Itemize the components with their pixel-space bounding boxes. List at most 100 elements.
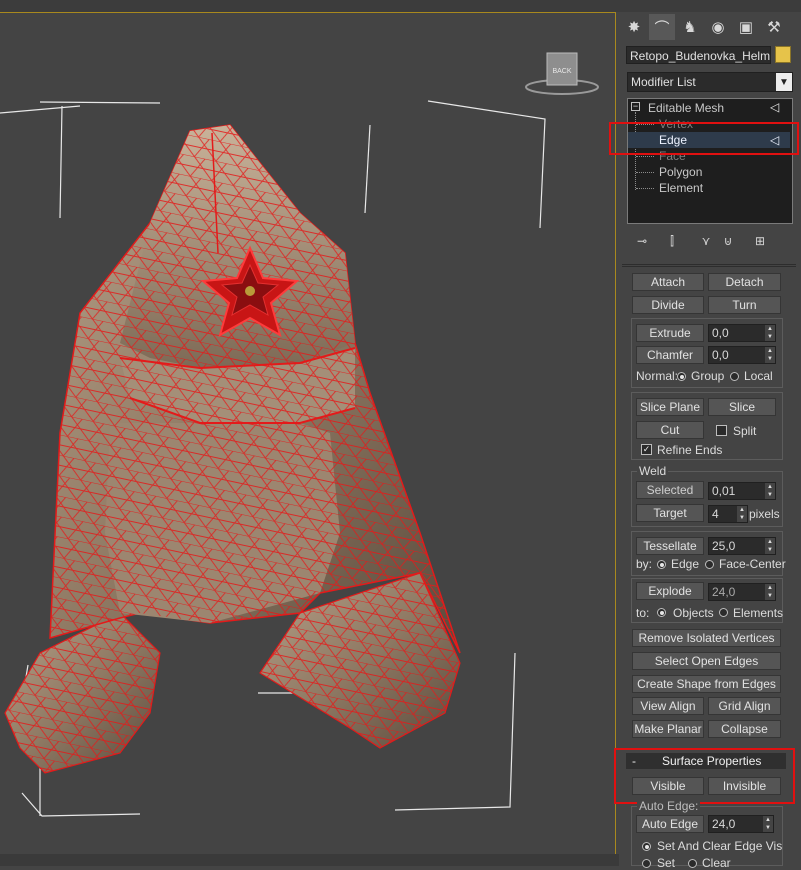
modifier-list-dropdown[interactable]: Modifier List ▼ [627,72,793,92]
object-name-field[interactable]: Retopo_Budenovka_Helmet [626,46,771,64]
hierarchy-tab-icon[interactable]: ♞ [677,14,703,40]
selection-triangle-icon: ◁ [770,133,780,147]
create-shape-from-edges-button[interactable]: Create Shape from Edges [632,675,781,693]
stack-item-editable-mesh[interactable]: Editable Mesh [648,100,724,116]
weld-pixels-value: 4 [712,507,719,521]
spinner-arrows-icon[interactable]: ▲ ▼ [765,538,775,554]
clear-radio[interactable] [688,859,697,868]
spinner-arrows-icon[interactable]: ▲ ▼ [765,584,775,600]
spinner-arrows-icon[interactable]: ▲ ▼ [765,325,775,341]
weld-threshold-spinner[interactable]: 0,01 ▲ ▼ [708,482,776,500]
panel-divider [622,266,796,267]
viewport-scene: BACK [0,52,599,817]
stack-item-edge-label: Edge [659,133,688,147]
stack-toolbar: ⊸ ⫿ ⋎ ⊍ ⊞ [630,232,790,250]
clear-label: Clear [702,856,731,870]
collapse-button[interactable]: Collapse [708,720,781,738]
surface-properties-rollout-header[interactable]: - Surface Properties [626,753,786,769]
refine-ends-checkbox[interactable]: ✓ [641,444,652,455]
spinner-arrows-icon[interactable]: ▲ ▼ [765,347,775,363]
show-end-result-icon[interactable]: ⫿ [660,232,684,250]
modifier-stack[interactable] [627,98,793,224]
remove-isolated-vertices-button[interactable]: Remove Isolated Vertices [632,629,781,647]
explode-button[interactable]: Explode [636,582,704,600]
auto-edge-threshold-spinner[interactable]: 24,0 ▲ ▼ [708,815,774,833]
spinner-arrows-icon[interactable]: ▲ ▼ [763,816,773,832]
perspective-viewport[interactable]: BACK [0,12,616,854]
object-color-swatch[interactable] [775,46,791,63]
display-tab-icon[interactable]: ▣ [733,14,759,40]
local-radio[interactable] [730,372,739,381]
split-checkbox[interactable] [716,425,727,436]
grid-align-button[interactable]: Grid Align [708,697,781,715]
stack-item-face[interactable]: Face [659,148,686,164]
explode-angle-spinner[interactable]: 24,0 ▲ ▼ [708,583,776,601]
make-unique-icon[interactable]: ⋎ [694,232,718,250]
motion-tab-icon[interactable]: ◉ [705,14,731,40]
chamfer-button[interactable]: Chamfer [636,346,704,364]
tree-branch [636,156,654,157]
invisible-button[interactable]: Invisible [708,777,781,795]
create-tab-icon[interactable]: ✸ [621,14,647,40]
by-edge-radio[interactable] [657,560,666,569]
weld-label: Weld [637,464,669,478]
configure-sets-icon[interactable]: ⊞ [748,232,772,250]
extrude-value: 0,0 [712,326,729,340]
chevron-down-icon: ▼ [776,73,792,91]
face-center-label: Face-Center [719,557,786,571]
spinner-arrows-icon[interactable]: ▲ ▼ [737,506,747,522]
pin-stack-icon[interactable]: ⊸ [630,232,654,250]
split-label: Split [733,424,757,438]
remove-modifier-icon[interactable]: ⊍ [718,232,738,250]
collapse-minus-icon[interactable]: − [631,102,640,111]
tessellate-tension-value: 25,0 [712,539,736,553]
divide-button[interactable]: Divide [632,296,704,314]
group-label: Group [691,369,725,383]
turn-button[interactable]: Turn [708,296,781,314]
set-and-clear-radio[interactable] [642,842,651,851]
group-radio[interactable] [677,372,686,381]
extrude-spinner[interactable]: 0,0 ▲ ▼ [708,324,776,342]
view-align-button[interactable]: View Align [632,697,704,715]
by-edge-label: Edge [671,557,700,571]
tessellate-tension-spinner[interactable]: 25,0 ▲ ▼ [708,537,776,555]
viewcube-label: BACK [552,68,571,75]
slice-plane-button[interactable]: Slice Plane [636,398,704,416]
stack-item-polygon[interactable]: Polygon [659,164,702,180]
weld-pixels-spinner[interactable]: 4 ▲ ▼ [708,505,748,523]
spinner-arrows-icon[interactable]: ▲ ▼ [765,483,775,499]
auto-edge-button[interactable]: Auto Edge [636,815,704,833]
modify-tab-icon[interactable]: ⌒ [649,14,675,40]
bottom-bar [0,854,619,866]
to-objects-radio[interactable] [657,608,666,617]
extrude-button[interactable]: Extrude [636,324,704,342]
viewcube: BACK [525,52,599,95]
stack-item-edge[interactable]: Edge ◁ [628,132,790,148]
cut-button[interactable]: Cut [636,421,704,439]
tree-branch [636,172,654,173]
set-radio[interactable] [642,859,651,868]
stack-item-element[interactable]: Element [659,180,703,196]
tessellate-button[interactable]: Tessellate [636,537,704,555]
visible-button[interactable]: Visible [632,777,704,795]
chamfer-spinner[interactable]: 0,0 ▲ ▼ [708,346,776,364]
surface-properties-title: Surface Properties [662,754,762,768]
by-face-center-radio[interactable] [705,560,714,569]
slice-button[interactable]: Slice [708,398,776,416]
chamfer-value: 0,0 [712,348,729,362]
weld-selected-button[interactable]: Selected [636,481,704,499]
to-label: to: [636,606,650,620]
normal-label: Normal: [636,369,679,383]
attach-button[interactable]: Attach [632,273,704,291]
utilities-tab-icon[interactable]: ⚒ [761,14,787,40]
tree-branch [636,188,654,189]
select-open-edges-button[interactable]: Select Open Edges [632,652,781,670]
panel-divider [622,264,796,265]
to-elements-radio[interactable] [719,608,728,617]
auto-edge-threshold-value: 24,0 [712,817,736,831]
make-planar-button[interactable]: Make Planar [632,720,704,738]
stack-item-vertex[interactable]: Vertex [659,116,693,132]
auto-edge-group-label: Auto Edge: [637,799,701,813]
detach-button[interactable]: Detach [708,273,781,291]
weld-target-button[interactable]: Target [636,504,704,522]
